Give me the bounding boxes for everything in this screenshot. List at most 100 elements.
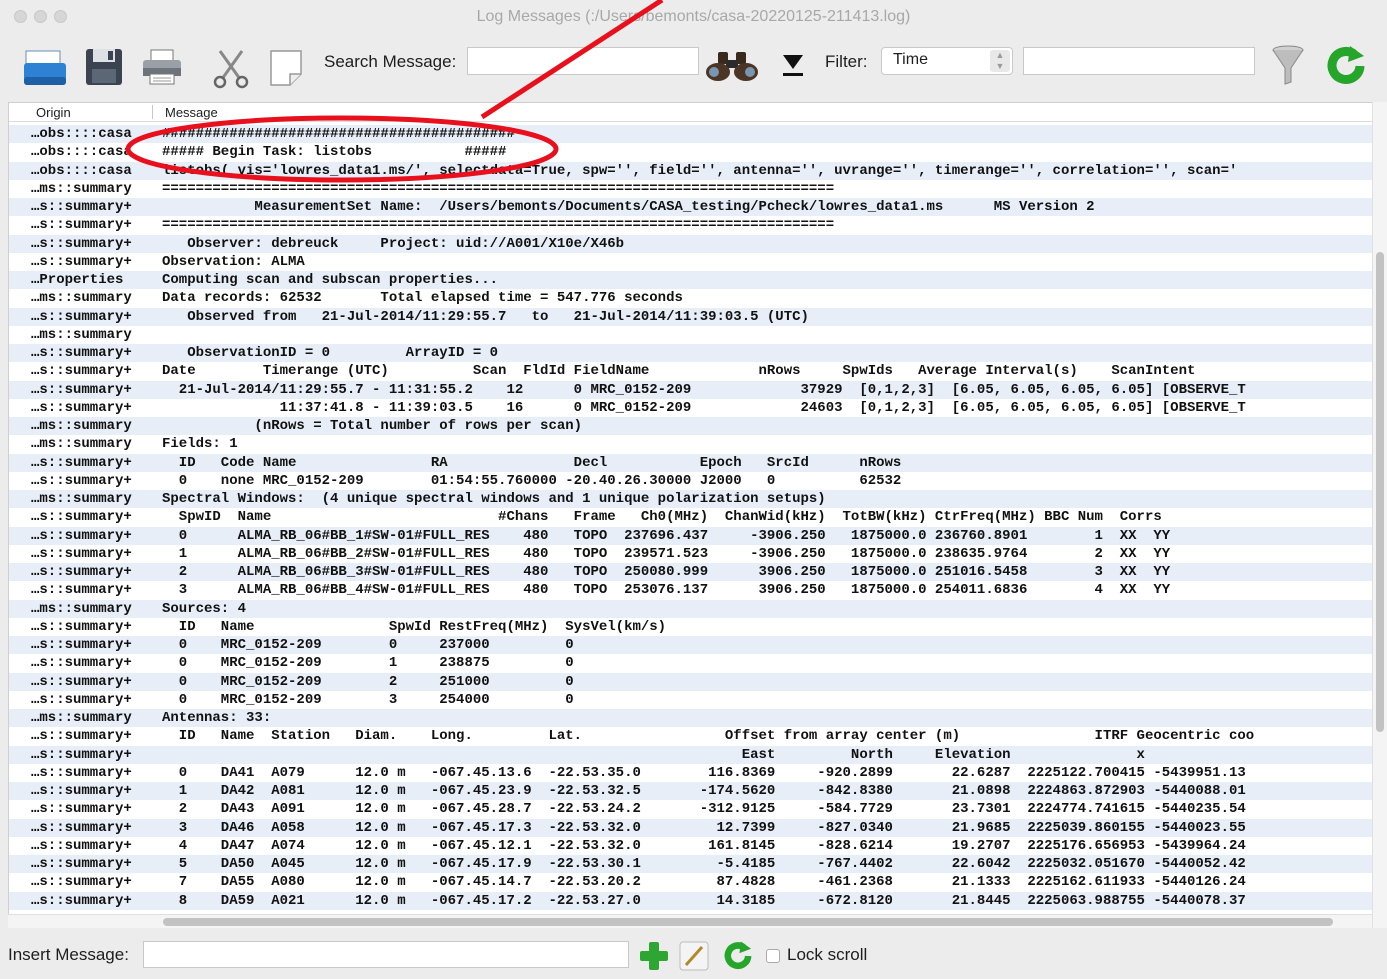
message-column-header[interactable]: Message xyxy=(165,105,218,120)
log-row[interactable]: …s::summary+ 7 DA55 A080 12.0 m -067.45.… xyxy=(9,873,1373,892)
message-cell: 0 MRC_0152-209 3 254000 0 xyxy=(162,691,574,708)
log-row[interactable]: …s::summary+ 3 DA46 A058 12.0 m -067.45.… xyxy=(9,818,1373,837)
log-row[interactable]: …ms::summary ============================… xyxy=(9,179,1373,198)
origin-cell: …s::summary+ xyxy=(31,235,132,252)
message-cell: Observer: debreuck Project: uid://A001/X… xyxy=(162,235,625,252)
column-divider[interactable] xyxy=(152,105,153,119)
log-row[interactable]: …ms::summary xyxy=(9,325,1373,344)
insert-message-input[interactable] xyxy=(143,941,629,968)
column-header: Origin Message xyxy=(9,103,1386,122)
message-cell: 2 ALMA_RB_06#BB_3#SW-01#FULL_RES 480 TOP… xyxy=(162,564,1171,580)
log-row[interactable]: …s::summary+ SpwID Name #Chans Frame Ch0… xyxy=(9,508,1373,527)
origin-cell: …s::summary+ xyxy=(31,527,132,544)
log-row[interactable]: …s::summary+ 21-Jul-2014/11:29:55.7 - 11… xyxy=(9,380,1373,399)
log-row[interactable]: …s::summary+ 3 ALMA_RB_06#BB_4#SW-01#FUL… xyxy=(9,581,1373,600)
log-row[interactable]: …s::summary+ 2 ALMA_RB_06#BB_3#SW-01#FUL… xyxy=(9,563,1373,582)
message-cell: SpwID Name #Chans Frame Ch0(MHz) ChanWid… xyxy=(162,509,1162,526)
origin-cell: …ms::summary xyxy=(31,436,132,453)
save-icon[interactable] xyxy=(84,47,124,92)
funnel-icon[interactable] xyxy=(1270,44,1306,93)
message-cell: 0 DA41 A079 12.0 m -067.45.13.6 -22.53.3… xyxy=(162,764,1246,781)
horizontal-scroll-thumb[interactable] xyxy=(163,918,1333,926)
message-cell: Sources: 4 xyxy=(162,600,247,617)
origin-cell: …s::summary+ xyxy=(31,454,132,471)
log-row[interactable]: …s::summary+ 8 DA59 A021 12.0 m -067.45.… xyxy=(9,891,1373,910)
message-cell: 4 DA47 A074 12.0 m -067.45.12.1 -22.53.3… xyxy=(162,837,1246,854)
edit-icon[interactable] xyxy=(679,941,709,976)
origin-cell: …s::summary+ xyxy=(31,728,132,745)
message-cell: 1 ALMA_RB_06#BB_2#SW-01#FULL_RES 480 TOP… xyxy=(162,545,1171,562)
open-icon[interactable] xyxy=(22,47,68,92)
origin-cell: …s::summary+ xyxy=(31,564,132,580)
vertical-scroll-thumb[interactable] xyxy=(1376,252,1384,732)
origin-cell: …s::summary+ xyxy=(31,874,132,891)
log-row[interactable]: …s::summary+ 5 DA50 A045 12.0 m -067.45.… xyxy=(9,855,1373,874)
filter-text-input[interactable] xyxy=(1023,47,1255,75)
log-row[interactable]: …s::summary+ 1 DA42 A081 12.0 m -067.45.… xyxy=(9,782,1373,801)
copy-icon[interactable] xyxy=(268,48,304,93)
log-row[interactable]: …ms::summary Spectral Windows: (4 unique … xyxy=(9,490,1373,509)
log-row[interactable]: …s::summary+ 0 MRC_0152-209 3 254000 0 xyxy=(9,690,1373,709)
binoculars-icon[interactable] xyxy=(704,50,760,87)
refresh-icon[interactable] xyxy=(1324,44,1368,93)
origin-cell: …ms::summary xyxy=(31,710,132,726)
print-icon[interactable] xyxy=(141,48,183,91)
filter-select-value: Time xyxy=(893,51,928,68)
log-row[interactable]: …s::summary+ 1 ALMA_RB_06#BB_2#SW-01#FUL… xyxy=(9,544,1373,563)
message-cell: 21-Jul-2014/11:29:55.7 - 11:31:55.2 12 0… xyxy=(162,381,1246,398)
log-row[interactable]: …s::summary+ Observed from 21-Jul-2014/1… xyxy=(9,307,1373,326)
lock-scroll-checkbox[interactable] xyxy=(766,949,780,963)
origin-cell: …s::summary+ xyxy=(31,801,132,818)
origin-cell: …s::summary+ xyxy=(31,472,132,489)
log-row[interactable]: …ms::summary Fields: 1 xyxy=(9,435,1373,454)
log-row[interactable]: …s::summary+ MeasurementSet Name: /Users… xyxy=(9,198,1373,217)
log-row[interactable]: …s::summary+ 0 MRC_0152-209 0 237000 0 xyxy=(9,636,1373,655)
log-row[interactable]: …s::summary+ ============================… xyxy=(9,216,1373,235)
log-table[interactable]: Origin Message …obs::::casa #############… xyxy=(8,102,1387,928)
refresh-icon[interactable] xyxy=(722,940,754,977)
log-row[interactable]: …s::summary+ 11:37:41.8 - 11:39:03.5 16 … xyxy=(9,398,1373,417)
message-cell: 3 DA46 A058 12.0 m -067.45.17.3 -22.53.3… xyxy=(162,819,1246,836)
log-row[interactable]: …ms::summary Antennas: 33: xyxy=(9,709,1373,728)
log-row[interactable]: …s::summary+ Date Timerange (UTC) Scan Fl… xyxy=(9,362,1373,381)
message-cell: Date Timerange (UTC) Scan FldId FieldNam… xyxy=(162,363,1196,380)
log-row[interactable]: …obs::::casa listobs( vis='lowres_data1.m… xyxy=(9,161,1373,180)
log-row[interactable]: …s::summary+ Observer: debreuck Project:… xyxy=(9,234,1373,253)
message-cell: ID Name SpwId RestFreq(MHz) SysVel(km/s) xyxy=(162,618,667,635)
log-row[interactable]: …ms::summary (nRows = Total number of ro… xyxy=(9,417,1373,436)
log-row[interactable]: …s::summary+ 0 ALMA_RB_06#BB_1#SW-01#FUL… xyxy=(9,526,1373,545)
log-row[interactable]: …s::summary+ East North Elevation x xyxy=(9,745,1373,764)
log-row[interactable]: …ms::summary Sources: 4 xyxy=(9,599,1373,618)
log-row[interactable]: …s::summary+ 0 MRC_0152-209 2 251000 0 xyxy=(9,672,1373,691)
find-next-icon[interactable] xyxy=(781,51,805,84)
horizontal-scrollbar[interactable] xyxy=(8,914,1372,928)
origin-cell: …ms::summary xyxy=(31,600,132,617)
log-row[interactable]: …s::summary+ 0 MRC_0152-209 1 238875 0 xyxy=(9,654,1373,673)
origin-cell: …ms::summary xyxy=(31,290,132,307)
add-message-icon[interactable] xyxy=(638,940,670,977)
log-row[interactable]: …s::summary+ Observation: ALMA xyxy=(9,252,1373,271)
log-row[interactable]: …obs::::casa ##### Begin Task: listobs ##… xyxy=(9,143,1373,162)
origin-cell: …Properties xyxy=(31,272,124,288)
filter-select[interactable]: Time ▲ ▼ xyxy=(881,47,1013,75)
origin-cell: …s::summary+ xyxy=(31,199,132,215)
message-cell: ========================================… xyxy=(162,180,835,197)
log-row[interactable]: …s::summary+ 0 none MRC_0152-209 01:54:5… xyxy=(9,471,1373,490)
log-row[interactable]: …s::summary+ ID Name SpwId RestFreq(MHz)… xyxy=(9,617,1373,636)
log-row[interactable]: …s::summary+ 2 DA43 A091 12.0 m -067.45.… xyxy=(9,800,1373,819)
log-row[interactable]: …s::summary+ 4 DA47 A074 12.0 m -067.45.… xyxy=(9,836,1373,855)
vertical-scrollbar[interactable] xyxy=(1372,102,1387,928)
search-input[interactable] xyxy=(467,47,699,75)
cut-icon[interactable] xyxy=(210,47,252,94)
log-row[interactable]: …s::summary+ ObservationID = 0 ArrayID =… xyxy=(9,344,1373,363)
log-row[interactable]: …s::summary+ ID Name Station Diam. Long.… xyxy=(9,727,1373,746)
origin-column-header[interactable]: Origin xyxy=(36,105,71,120)
title-bar: Log Messages (:/Users/bemonts/casa-20220… xyxy=(0,0,1387,34)
log-row[interactable]: …ms::summary Data records: 62532 Total el… xyxy=(9,289,1373,308)
log-row[interactable]: …s::summary+ 0 DA41 A079 12.0 m -067.45.… xyxy=(9,763,1373,782)
log-row[interactable]: …obs::::casa ############################… xyxy=(9,125,1373,144)
log-row[interactable]: …Properties Computing scan and subscan pr… xyxy=(9,271,1373,290)
message-cell: ========================================… xyxy=(162,217,835,234)
log-row[interactable]: …s::summary+ ID Code Name RA Decl Epoch … xyxy=(9,453,1373,472)
origin-cell: …s::summary+ xyxy=(31,308,132,325)
